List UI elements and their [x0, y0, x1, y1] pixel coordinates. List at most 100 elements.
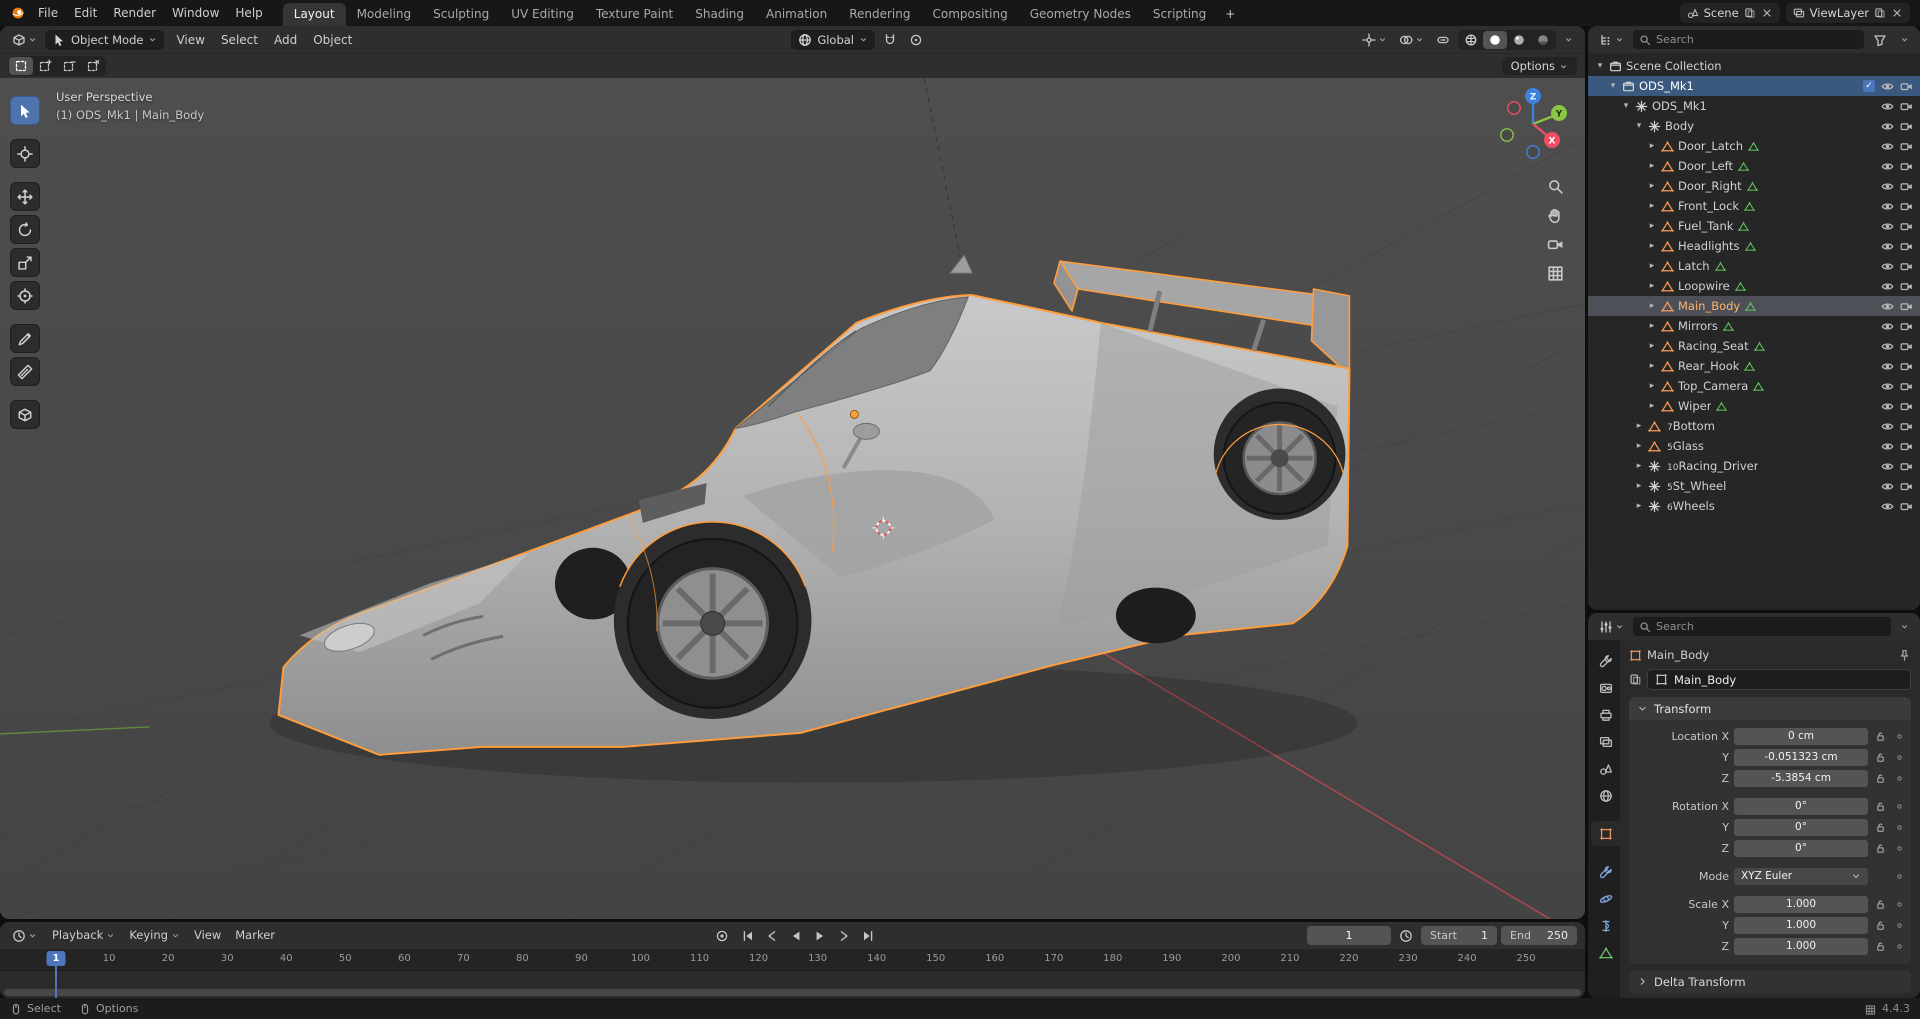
expand-arrow[interactable]: ▸	[1645, 301, 1659, 311]
hide-toggle[interactable]	[1881, 220, 1894, 233]
outliner-filter-button[interactable]	[1869, 30, 1891, 50]
transport-jump-start-button[interactable]	[737, 926, 759, 946]
animate-property-dot[interactable]	[1893, 900, 1905, 909]
hide-toggle[interactable]	[1881, 120, 1894, 133]
playhead-frame-badge[interactable]: 1	[46, 951, 66, 966]
expand-arrow[interactable]: ▸	[1645, 341, 1659, 351]
delta-transform-panel-header[interactable]: Delta Transform	[1629, 970, 1911, 993]
hide-toggle[interactable]	[1881, 460, 1894, 473]
outliner-row-door_left[interactable]: ▸ Door_Left	[1588, 156, 1920, 176]
menu-window[interactable]: Window	[164, 0, 227, 26]
expand-arrow[interactable]: ▸	[1645, 281, 1659, 291]
hide-toggle[interactable]	[1881, 260, 1894, 273]
outliner-row-ods_mk1[interactable]: ▾ ODS_Mk1	[1588, 96, 1920, 116]
properties-tab-modifiers[interactable]	[1591, 859, 1620, 884]
properties-tab-data[interactable]	[1591, 940, 1620, 965]
number-field[interactable]: 1.000	[1734, 895, 1868, 913]
properties-search-input[interactable]	[1656, 620, 1885, 633]
outliner-row-wiper[interactable]: ▸ Wiper	[1588, 396, 1920, 416]
render-visibility-toggle[interactable]	[1900, 320, 1913, 333]
timeline-menu-playback[interactable]: Playback	[45, 922, 122, 949]
outliner-row-loopwire[interactable]: ▸ Loopwire	[1588, 276, 1920, 296]
tool-cursor-button[interactable]	[10, 139, 40, 168]
expand-arrow[interactable]: ▸	[1645, 161, 1659, 171]
expand-arrow[interactable]: ▸	[1645, 141, 1659, 151]
lock-toggle[interactable]	[1873, 731, 1888, 742]
render-visibility-toggle[interactable]	[1900, 240, 1913, 253]
transform-panel-header[interactable]: Transform	[1629, 697, 1911, 720]
outliner-row-headlights[interactable]: ▸ Headlights	[1588, 236, 1920, 256]
tool-scale-button[interactable]	[10, 248, 40, 277]
viewport-menu-object[interactable]: Object	[305, 27, 360, 53]
tool-add-cube-button[interactable]	[10, 400, 40, 429]
transport-next-keyframe-button[interactable]	[833, 926, 855, 946]
shading-dropdown[interactable]	[1560, 32, 1577, 47]
number-field[interactable]: 1.000	[1734, 937, 1868, 955]
pan-icon[interactable]	[1547, 207, 1564, 224]
tool-select-box-button[interactable]	[10, 96, 40, 125]
shading-rendered-button[interactable]	[1531, 31, 1555, 49]
hide-toggle[interactable]	[1881, 320, 1894, 333]
browse-id-icon[interactable]	[1629, 673, 1642, 686]
render-visibility-toggle[interactable]	[1900, 280, 1913, 293]
camera-view-icon[interactable]	[1547, 236, 1564, 253]
properties-editor-type-button[interactable]	[1595, 617, 1628, 637]
hide-toggle[interactable]	[1881, 240, 1894, 253]
expand-arrow[interactable]: ▸	[1632, 461, 1646, 471]
tab-geometry-nodes[interactable]: Geometry Nodes	[1019, 3, 1142, 26]
tab-compositing[interactable]: Compositing	[921, 3, 1018, 26]
animate-property-dot[interactable]	[1893, 942, 1905, 951]
outliner-search[interactable]	[1633, 30, 1864, 49]
overlays-dropdown[interactable]	[1395, 30, 1428, 50]
viewport-menu-add[interactable]: Add	[266, 27, 305, 53]
timeline-track[interactable]	[0, 971, 1585, 998]
outliner-row-ods_mk1[interactable]: ▾ ODS_Mk1 ✓	[1588, 76, 1920, 96]
outliner-row-mirrors[interactable]: ▸ Mirrors	[1588, 316, 1920, 336]
outliner-options-button[interactable]	[1896, 32, 1913, 47]
transport-jump-end-button[interactable]	[857, 926, 879, 946]
xray-toggle[interactable]	[1432, 30, 1454, 50]
hide-toggle[interactable]	[1881, 100, 1894, 113]
outliner-row-latch[interactable]: ▸ Latch	[1588, 256, 1920, 276]
tool-move-button[interactable]	[10, 182, 40, 211]
outliner-row-body[interactable]: ▾ Body	[1588, 116, 1920, 136]
timeline-menu-marker[interactable]: Marker	[228, 922, 282, 949]
outliner-row-racing_driver[interactable]: ▸ 10 Racing_Driver	[1588, 456, 1920, 476]
outliner-row-rear_hook[interactable]: ▸ Rear_Hook	[1588, 356, 1920, 376]
hide-toggle[interactable]	[1881, 400, 1894, 413]
expand-arrow[interactable]: ▸	[1645, 381, 1659, 391]
render-visibility-toggle[interactable]	[1900, 140, 1913, 153]
object-name-field[interactable]: Main_Body	[1647, 669, 1911, 690]
mode-selector[interactable]: Object Mode	[45, 29, 165, 50]
properties-options-button[interactable]	[1896, 619, 1913, 634]
expand-arrow[interactable]: ▸	[1645, 261, 1659, 271]
tab-animation[interactable]: Animation	[755, 3, 838, 26]
lock-toggle[interactable]	[1873, 899, 1888, 910]
timeline-menu-view[interactable]: View	[187, 922, 228, 949]
render-visibility-toggle[interactable]	[1900, 480, 1913, 493]
unlink-scene-icon[interactable]	[1761, 7, 1773, 19]
hide-toggle[interactable]	[1881, 160, 1894, 173]
outliner-row-fuel_tank[interactable]: ▸ Fuel_Tank	[1588, 216, 1920, 236]
expand-arrow[interactable]: ▾	[1619, 101, 1633, 111]
navigation-gizmo[interactable]: Z Y X	[1493, 84, 1573, 167]
tab-modeling[interactable]: Modeling	[346, 3, 423, 26]
pin-icon[interactable]	[1898, 649, 1911, 662]
outliner-row-bottom[interactable]: ▸ 7 Bottom	[1588, 416, 1920, 436]
expand-arrow[interactable]: ▸	[1632, 421, 1646, 431]
gizmos-dropdown[interactable]	[1358, 30, 1391, 50]
render-visibility-toggle[interactable]	[1900, 160, 1913, 173]
menu-file[interactable]: File	[30, 0, 66, 26]
outliner-search-input[interactable]	[1656, 33, 1858, 46]
lock-toggle[interactable]	[1873, 801, 1888, 812]
properties-tab-render[interactable]	[1591, 675, 1620, 700]
current-frame-field[interactable]: 1	[1307, 926, 1392, 945]
properties-tab-object[interactable]	[1591, 821, 1620, 846]
transform-orientation[interactable]: Global	[791, 29, 875, 50]
outliner-editor-type-button[interactable]	[1595, 30, 1628, 50]
render-visibility-toggle[interactable]	[1900, 120, 1913, 133]
outliner-row-st_wheel[interactable]: ▸ 5 St_Wheel	[1588, 476, 1920, 496]
viewport-3d[interactable]: User Perspective (1) ODS_Mk1 | Main_Body…	[0, 78, 1585, 919]
animate-property-dot[interactable]	[1893, 802, 1905, 811]
number-field[interactable]: -0.051323 cm	[1734, 748, 1868, 766]
